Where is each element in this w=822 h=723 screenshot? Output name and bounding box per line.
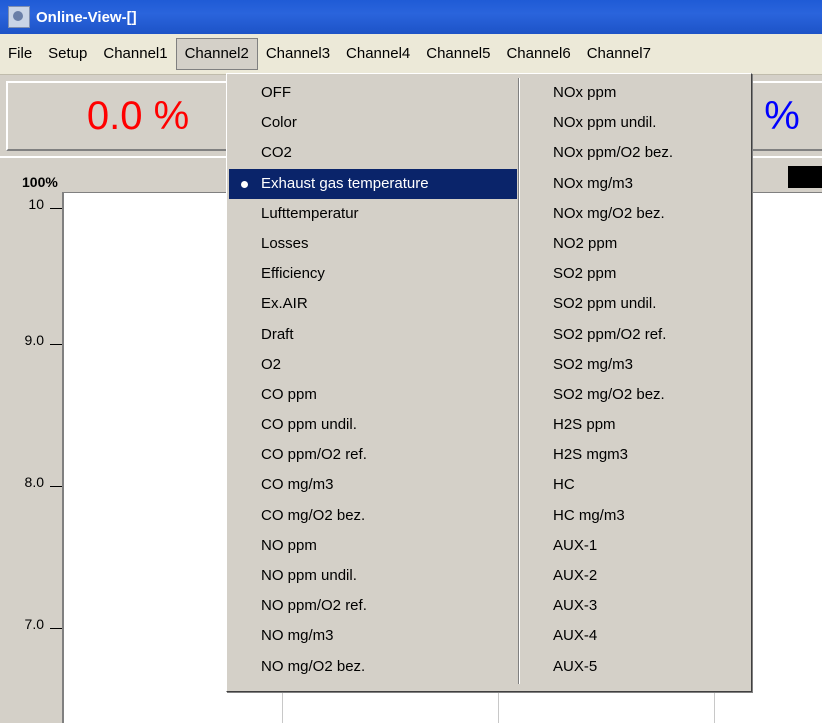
dropdown-right-column: NOx ppm NOx ppm undil. NOx ppm/O2 bez. N… <box>521 78 747 682</box>
app-icon[interactable] <box>8 6 30 28</box>
menu-option-so2-ppm-undil[interactable]: SO2 ppm undil. <box>521 289 747 319</box>
menu-option-co2[interactable]: CO2 <box>229 138 517 168</box>
menu-option-nox-ppm-undil[interactable]: NOx ppm undil. <box>521 108 747 138</box>
menu-option-h2s-ppm[interactable]: H2S ppm <box>521 410 747 440</box>
menu-option-so2-ppm[interactable]: SO2 ppm <box>521 259 747 289</box>
chart-top-label: 100% <box>22 174 58 190</box>
menu-option-aux-2[interactable]: AUX-2 <box>521 561 747 591</box>
menu-channel6[interactable]: Channel6 <box>498 38 578 70</box>
menu-channel7[interactable]: Channel7 <box>579 38 659 70</box>
y-tick-label: 8.0 <box>24 474 44 490</box>
menu-option-co-ppm-o2-ref[interactable]: CO ppm/O2 ref. <box>229 440 517 470</box>
menu-option-aux-3[interactable]: AUX-3 <box>521 591 747 621</box>
menu-channel3[interactable]: Channel3 <box>258 38 338 70</box>
menu-bar: File Setup Channel1 Channel2 Channel3 Ch… <box>0 34 822 75</box>
menu-option-off[interactable]: OFF <box>229 78 517 108</box>
menu-option-so2-mg-m3[interactable]: SO2 mg/m3 <box>521 350 747 380</box>
menu-option-co-mg-m3[interactable]: CO mg/m3 <box>229 470 517 500</box>
column-separator <box>518 78 520 684</box>
y-tick-label: 10 <box>28 196 44 212</box>
window-title: Online-View-[] <box>36 8 137 26</box>
menu-option-no-ppm[interactable]: NO ppm <box>229 531 517 561</box>
menu-option-lufttemperatur[interactable]: Lufttemperatur <box>229 199 517 229</box>
menu-option-ex-air[interactable]: Ex.AIR <box>229 289 517 319</box>
menu-option-hc-mg-m3[interactable]: HC mg/m3 <box>521 501 747 531</box>
menu-file[interactable]: File <box>0 38 40 70</box>
selected-bullet-icon <box>241 180 248 188</box>
menu-option-exhaust-gas-temperature[interactable]: Exhaust gas temperature <box>229 168 517 199</box>
menu-option-nox-ppm-o2-bez[interactable]: NOx ppm/O2 bez. <box>521 138 747 168</box>
menu-option-no-ppm-undil[interactable]: NO ppm undil. <box>229 561 517 591</box>
menu-option-no-mg-o2-bez[interactable]: NO mg/O2 bez. <box>229 652 517 682</box>
menu-option-co-ppm[interactable]: CO ppm <box>229 380 517 410</box>
menu-option-label: Exhaust gas temperature <box>261 174 429 192</box>
menu-option-no2-ppm[interactable]: NO2 ppm <box>521 229 747 259</box>
menu-option-draft[interactable]: Draft <box>229 320 517 350</box>
dropdown-left-column: OFF Color CO2 Exhaust gas temperature Lu… <box>229 78 517 682</box>
menu-option-so2-mg-o2-bez[interactable]: SO2 mg/O2 bez. <box>521 380 747 410</box>
menu-option-hc[interactable]: HC <box>521 470 747 500</box>
channel2-dropdown-menu: OFF Color CO2 Exhaust gas temperature Lu… <box>226 73 752 692</box>
menu-channel1[interactable]: Channel1 <box>95 38 175 70</box>
menu-option-co-ppm-undil[interactable]: CO ppm undil. <box>229 410 517 440</box>
menu-channel2[interactable]: Channel2 <box>175 38 258 70</box>
y-tick-label: 7.0 <box>24 616 44 632</box>
title-bar: Online-View-[] <box>0 0 822 34</box>
menu-option-aux-5[interactable]: AUX-5 <box>521 652 747 682</box>
menu-channel5[interactable]: Channel5 <box>418 38 498 70</box>
menu-option-nox-ppm[interactable]: NOx ppm <box>521 78 747 108</box>
menu-option-efficiency[interactable]: Efficiency <box>229 259 517 289</box>
menu-option-co-mg-o2-bez[interactable]: CO mg/O2 bez. <box>229 501 517 531</box>
menu-option-aux-1[interactable]: AUX-1 <box>521 531 747 561</box>
menu-option-nox-mg-o2-bez[interactable]: NOx mg/O2 bez. <box>521 199 747 229</box>
menu-option-no-mg-m3[interactable]: NO mg/m3 <box>229 621 517 651</box>
menu-channel4[interactable]: Channel4 <box>338 38 418 70</box>
menu-option-losses[interactable]: Losses <box>229 229 517 259</box>
menu-option-color[interactable]: Color <box>229 108 517 138</box>
menu-option-no-ppm-o2-ref[interactable]: NO ppm/O2 ref. <box>229 591 517 621</box>
menu-option-nox-mg-m3[interactable]: NOx mg/m3 <box>521 169 747 199</box>
menu-option-o2[interactable]: O2 <box>229 350 517 380</box>
menu-option-aux-4[interactable]: AUX-4 <box>521 621 747 651</box>
legend-swatch <box>788 166 822 188</box>
menu-setup[interactable]: Setup <box>40 38 95 70</box>
menu-option-h2s-mgm3[interactable]: H2S mgm3 <box>521 440 747 470</box>
menu-option-so2-ppm-o2-ref[interactable]: SO2 ppm/O2 ref. <box>521 320 747 350</box>
y-tick-label: 9.0 <box>24 332 44 348</box>
